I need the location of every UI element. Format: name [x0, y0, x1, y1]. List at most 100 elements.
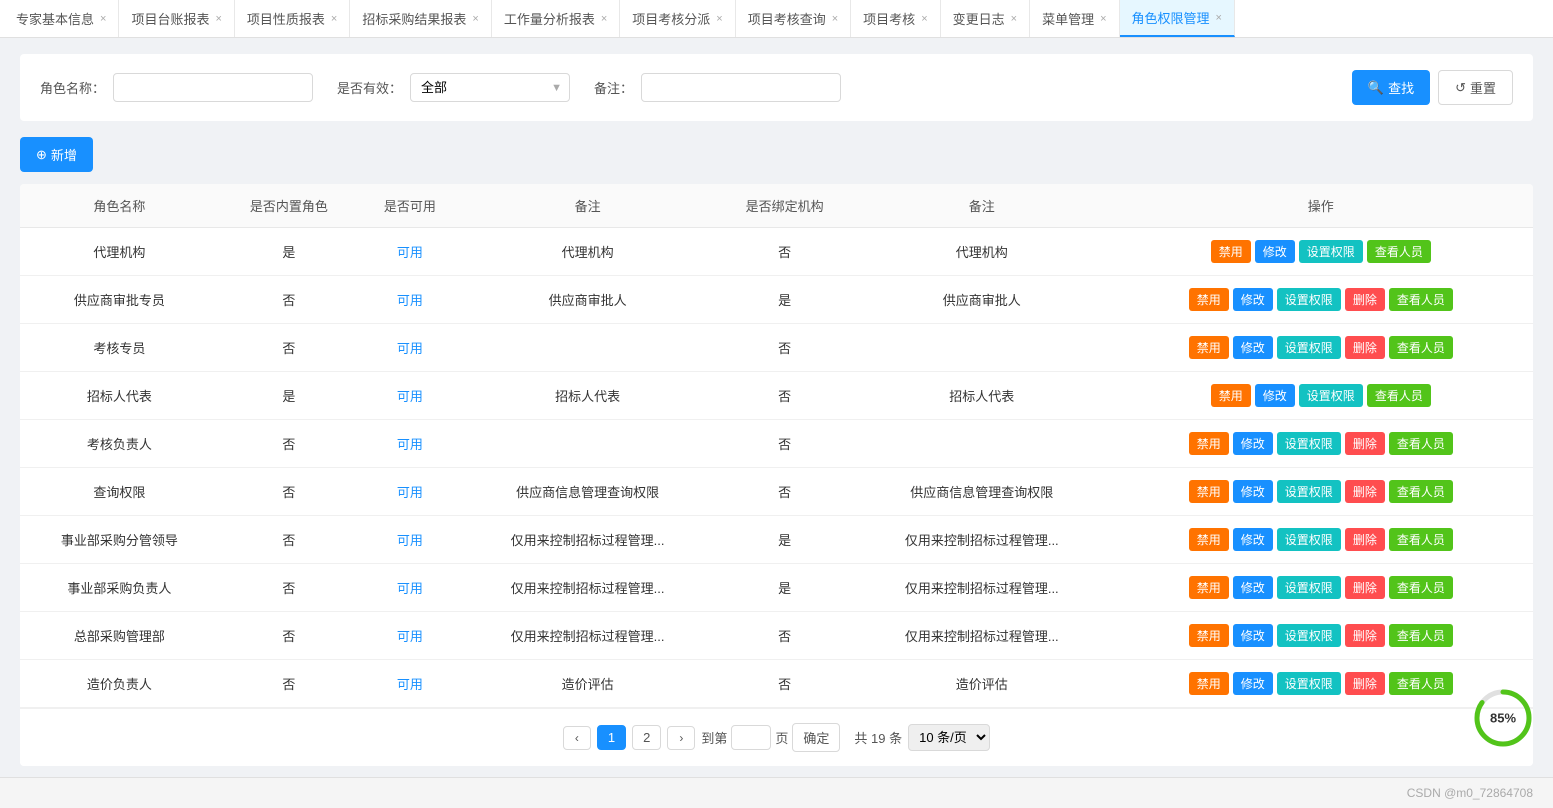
tab-close-icon[interactable]: ×: [1011, 13, 1017, 25]
tab-close-icon[interactable]: ×: [601, 13, 607, 25]
prev-page-btn[interactable]: ‹: [563, 726, 591, 750]
view-button[interactable]: 查看人员: [1389, 624, 1453, 647]
view-button[interactable]: 查看人员: [1389, 576, 1453, 599]
tab-close-icon[interactable]: ×: [1100, 13, 1106, 25]
valid-select[interactable]: 全部是否: [410, 73, 570, 102]
progress-circle: 85%: [1473, 688, 1533, 748]
disable-button[interactable]: 禁用: [1189, 576, 1229, 599]
table-cell: 事业部采购负责人: [20, 564, 219, 612]
view-button[interactable]: 查看人员: [1367, 384, 1431, 407]
tab-close-icon[interactable]: ×: [1216, 12, 1222, 24]
tab-item-tab6[interactable]: 项目考核分派×: [620, 0, 735, 37]
tab-close-icon[interactable]: ×: [100, 13, 106, 25]
tab-close-icon[interactable]: ×: [832, 13, 838, 25]
edit-button[interactable]: 修改: [1233, 624, 1273, 647]
remark-input[interactable]: [641, 73, 841, 102]
tab-item-tab1[interactable]: 专家基本信息×: [4, 0, 119, 37]
next-page-btn[interactable]: ›: [667, 726, 695, 750]
permission-button[interactable]: 设置权限: [1277, 528, 1341, 551]
tab-item-tab8[interactable]: 项目考核×: [851, 0, 940, 37]
edit-button[interactable]: 修改: [1233, 432, 1273, 455]
permission-button[interactable]: 设置权限: [1277, 576, 1341, 599]
goto-confirm-btn[interactable]: 确定: [792, 723, 840, 752]
add-button[interactable]: ⊕ 新增: [20, 137, 93, 172]
table-cell: 供应商信息管理查询权限: [461, 468, 715, 516]
page-1-btn[interactable]: 1: [597, 725, 626, 750]
view-button[interactable]: 查看人员: [1389, 288, 1453, 311]
table-cell: 招标人代表: [855, 372, 1109, 420]
tab-label: 项目考核查询: [748, 9, 826, 28]
tab-close-icon[interactable]: ×: [921, 13, 927, 25]
tab-item-tab2[interactable]: 项目台账报表×: [119, 0, 234, 37]
disable-button[interactable]: 禁用: [1211, 384, 1251, 407]
edit-button[interactable]: 修改: [1233, 672, 1273, 695]
view-button[interactable]: 查看人员: [1389, 528, 1453, 551]
tab-item-tab3[interactable]: 项目性质报表×: [235, 0, 350, 37]
permission-button[interactable]: 设置权限: [1277, 480, 1341, 503]
table-cell: 造价评估: [855, 660, 1109, 708]
disable-button[interactable]: 禁用: [1189, 480, 1229, 503]
delete-button[interactable]: 删除: [1345, 336, 1385, 359]
reset-button[interactable]: ↺ 重置: [1438, 70, 1513, 105]
tab-close-icon[interactable]: ×: [472, 13, 478, 25]
edit-button[interactable]: 修改: [1255, 240, 1295, 263]
delete-button[interactable]: 删除: [1345, 528, 1385, 551]
tab-item-tab7[interactable]: 项目考核查询 ×: [736, 0, 851, 37]
table-body: 代理机构是可用代理机构否代理机构禁用修改设置权限查看人员供应商审批专员否可用供应…: [20, 228, 1533, 708]
page-2-btn[interactable]: 2: [632, 725, 661, 750]
view-button[interactable]: 查看人员: [1389, 432, 1453, 455]
disable-button[interactable]: 禁用: [1189, 432, 1229, 455]
disable-button[interactable]: 禁用: [1189, 288, 1229, 311]
delete-button[interactable]: 删除: [1345, 624, 1385, 647]
tab-close-icon[interactable]: ×: [215, 13, 221, 25]
delete-button[interactable]: 删除: [1345, 288, 1385, 311]
delete-button[interactable]: 删除: [1345, 576, 1385, 599]
disable-button[interactable]: 禁用: [1189, 336, 1229, 359]
table-cell: 可用: [359, 276, 461, 324]
table-cell: 是: [219, 228, 359, 276]
tab-close-icon[interactable]: ×: [716, 13, 722, 25]
tab-item-tab10[interactable]: 菜单管理×: [1030, 0, 1119, 37]
delete-button[interactable]: 删除: [1345, 480, 1385, 503]
permission-button[interactable]: 设置权限: [1277, 432, 1341, 455]
table-cell: 造价评估: [461, 660, 715, 708]
table-row: 代理机构是可用代理机构否代理机构禁用修改设置权限查看人员: [20, 228, 1533, 276]
permission-button[interactable]: 设置权限: [1299, 240, 1363, 263]
permission-button[interactable]: 设置权限: [1277, 624, 1341, 647]
page-unit: 页: [775, 728, 788, 747]
table-row: 考核专员否可用否禁用修改设置权限删除查看人员: [20, 324, 1533, 372]
edit-button[interactable]: 修改: [1233, 576, 1273, 599]
delete-button[interactable]: 删除: [1345, 672, 1385, 695]
search-button[interactable]: 🔍 查找: [1352, 70, 1430, 105]
table-cell: 否: [714, 372, 854, 420]
view-button[interactable]: 查看人员: [1367, 240, 1431, 263]
permission-button[interactable]: 设置权限: [1277, 336, 1341, 359]
role-name-input[interactable]: [113, 73, 313, 102]
view-button[interactable]: 查看人员: [1389, 672, 1453, 695]
tab-close-icon[interactable]: ×: [331, 13, 337, 25]
col-header: 备注: [461, 184, 715, 228]
goto-input[interactable]: 1: [731, 725, 771, 750]
delete-button[interactable]: 删除: [1345, 432, 1385, 455]
tab-item-tab4[interactable]: 招标采购结果报表×: [350, 0, 491, 37]
disable-button[interactable]: 禁用: [1189, 672, 1229, 695]
permission-button[interactable]: 设置权限: [1299, 384, 1363, 407]
tab-item-tab9[interactable]: 变更日志×: [941, 0, 1030, 37]
disable-button[interactable]: 禁用: [1189, 624, 1229, 647]
view-button[interactable]: 查看人员: [1389, 336, 1453, 359]
edit-button[interactable]: 修改: [1255, 384, 1295, 407]
tab-item-tab11[interactable]: 角色权限管理×: [1120, 0, 1235, 37]
disable-button[interactable]: 禁用: [1211, 240, 1251, 263]
table-cell: 代理机构: [461, 228, 715, 276]
permission-button[interactable]: 设置权限: [1277, 672, 1341, 695]
edit-button[interactable]: 修改: [1233, 336, 1273, 359]
edit-button[interactable]: 修改: [1233, 480, 1273, 503]
edit-button[interactable]: 修改: [1233, 528, 1273, 551]
page-size-select[interactable]: 10 条/页20 条/页50 条/页: [908, 724, 990, 751]
tab-item-tab5[interactable]: 工作量分析报表×: [492, 0, 620, 37]
table-cell: 否: [714, 660, 854, 708]
disable-button[interactable]: 禁用: [1189, 528, 1229, 551]
edit-button[interactable]: 修改: [1233, 288, 1273, 311]
view-button[interactable]: 查看人员: [1389, 480, 1453, 503]
permission-button[interactable]: 设置权限: [1277, 288, 1341, 311]
